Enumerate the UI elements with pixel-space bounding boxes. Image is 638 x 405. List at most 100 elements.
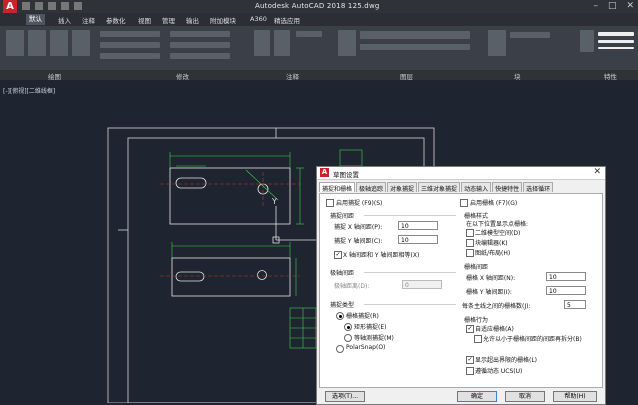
group-divider [364,304,456,305]
snap-y-label: 捕捉 Y 轴间距(C): [334,238,383,245]
tab-dynamic-input[interactable]: 动态输入 [461,182,492,193]
window-controls: – □ ✕ [593,1,634,11]
window-title: Autodesk AutoCAD 2018 125.dwg [255,2,380,10]
part-bottom-rect[interactable] [171,257,291,297]
minimize-icon[interactable]: – [593,1,598,11]
save-icon[interactable] [48,2,56,10]
snap-type-title: 捕捉类型 [330,302,355,309]
stretch-tool[interactable] [100,53,160,59]
color-property[interactable] [598,32,634,36]
slot-bottom[interactable] [175,271,205,282]
ribbon-tabs: 默认 插入 注释 参数化 视图 管理 输出 附加模块 A360 精选应用 [0,13,638,26]
adaptive-grid-checkbox[interactable]: ✓ [466,325,474,333]
equal-spacing-label: X 轴间距和 Y 轴间距相等(X) [343,252,420,259]
equal-spacing-checkbox[interactable]: ✓ [334,251,342,259]
redo-icon[interactable] [74,2,82,10]
ucs-icon [272,206,316,244]
major-line-input[interactable]: 5 [564,300,586,309]
grid-x-input[interactable]: 10 [546,272,586,281]
polyline-tool-icon[interactable] [28,30,46,56]
isometric-snap-radio[interactable] [344,334,352,342]
sheet-layout-checkbox[interactable] [466,249,474,257]
move-tool[interactable] [100,31,160,37]
dialog-close-icon[interactable]: ✕ [593,167,601,177]
grid-on-checkbox[interactable] [460,199,468,207]
quick-access-toolbar [22,2,82,10]
slot-top[interactable] [175,177,207,189]
snap-y-input[interactable]: 10 [398,235,438,244]
mirror-tool[interactable] [170,42,230,48]
block-tools[interactable] [510,32,550,38]
snap-grid-pane: 启用捕捉 (F9)(S) 捕捉间距 捕捉 X 轴间距(P): 10 捕捉 Y 轴… [319,193,603,388]
svg-text:Y: Y [271,197,277,206]
rectangular-snap-radio[interactable] [344,323,352,331]
subdivide-checkbox[interactable] [474,335,482,343]
part-top-rect[interactable] [169,167,291,225]
open-icon[interactable] [35,2,43,10]
snap-spacing-title: 捕捉间距 [330,213,355,220]
maximize-icon[interactable]: □ [608,1,617,11]
tab-parametric[interactable]: 参数化 [106,15,126,25]
viewport-label[interactable]: [-][俯视][二维线框] [3,86,55,95]
dimension-tool-icon[interactable] [274,30,290,56]
hole-bottom[interactable] [257,270,267,280]
copy-tool[interactable] [100,42,160,48]
close-window-icon[interactable]: ✕ [626,1,634,11]
options-button[interactable]: 选项(T)... [325,391,365,402]
tab-output[interactable]: 输出 [186,15,199,25]
grid-y-input[interactable]: 10 [546,286,586,295]
text-tool-icon[interactable] [254,30,270,56]
block-editor-checkbox[interactable] [466,239,474,247]
polar-snap-radio[interactable] [336,345,344,353]
layer-dropdown[interactable] [360,31,470,39]
polar-spacing-title: 极轴间距 [330,270,355,277]
dialog-title: 草图设置 [333,171,359,179]
snap-x-label: 捕捉 X 轴间距(P): [334,224,383,231]
arc-tool-icon[interactable] [72,30,90,56]
new-icon[interactable] [22,2,30,10]
tab-snap-grid[interactable]: 捕捉和栅格 [319,182,356,193]
tab-default[interactable]: 默认 [26,14,45,25]
grid-behavior-title: 栅格行为 [464,317,489,324]
tab-featured-apps[interactable]: 精选应用 [274,15,300,25]
lineweight-property[interactable] [598,40,634,43]
insert-block-icon[interactable] [488,30,506,56]
tab-insert[interactable]: 插入 [58,15,71,25]
grid-snap-radio[interactable] [336,312,344,320]
ok-button[interactable]: 确定 [457,391,497,402]
tab-quick-properties[interactable]: 快捷特性 [492,182,523,193]
follow-ucs-checkbox[interactable] [466,367,474,375]
layer-tools[interactable] [360,44,470,50]
snap-on-label: 启用捕捉 (F9)(S) [336,200,383,207]
match-properties-icon[interactable] [580,30,594,52]
snap-on-checkbox[interactable] [326,199,334,207]
model-space-checkbox[interactable] [466,229,474,237]
polar-distance-input[interactable]: 0 [402,280,442,289]
cancel-button[interactable]: 取消 [505,391,545,402]
autocad-logo-icon[interactable]: A [3,0,17,13]
tab-polar-tracking[interactable]: 极轴追踪 [356,182,387,193]
rotate-tool[interactable] [170,31,230,37]
help-button[interactable]: 帮助(H) [553,391,597,402]
tab-object-snap[interactable]: 对象捕捉 [387,182,418,193]
tab-addins[interactable]: 附加模块 [210,15,236,25]
tab-a360[interactable]: A360 [250,15,267,23]
line-tool-icon[interactable] [6,30,24,56]
tab-annotate[interactable]: 注释 [82,15,95,25]
undo-icon[interactable] [61,2,69,10]
tab-selection-cycling[interactable]: 选择循环 [523,182,554,193]
snap-x-input[interactable]: 10 [398,221,438,230]
linetype-property[interactable] [598,47,634,49]
annotation-options[interactable] [296,31,322,37]
tab-3d-object-snap[interactable]: 三维对象捕捉 [418,182,461,193]
tab-manage[interactable]: 管理 [162,15,175,25]
layer-properties-icon[interactable] [338,30,356,56]
tab-view[interactable]: 视图 [138,15,151,25]
drafting-settings-dialog: A 草图设置 ✕ 捕捉和栅格 极轴追踪 对象捕捉 三维对象捕捉 动态输入 快捷特… [316,166,606,405]
scale-tool[interactable] [170,53,230,59]
display-beyond-limits-checkbox[interactable]: ✓ [466,356,474,364]
grid-on-label: 启用栅格 (F7)(G) [470,200,518,207]
polar-distance-label: 极轴距离(D): [334,283,370,290]
circle-tool-icon[interactable] [50,30,68,56]
group-divider [364,272,456,273]
